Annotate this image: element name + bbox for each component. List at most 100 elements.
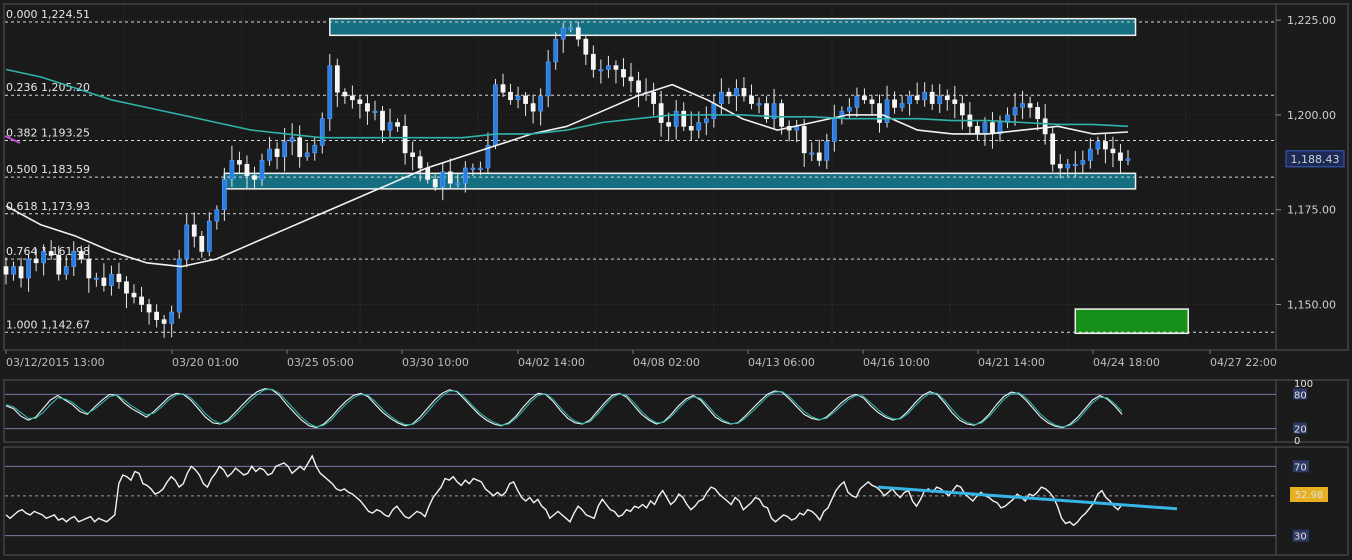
zone-target: [1074, 308, 1189, 335]
candle-body: [696, 122, 702, 131]
candle-body: [184, 224, 190, 260]
candle-body: [267, 148, 272, 161]
candle-body: [432, 179, 438, 188]
candle-body: [447, 171, 453, 184]
candle-body: [334, 65, 340, 93]
candle-body: [78, 251, 84, 260]
candle-body: [169, 311, 175, 324]
candle-body: [387, 122, 393, 131]
fib-level-label: 0.382 1,193.25: [6, 127, 90, 140]
candle-body: [470, 167, 476, 170]
candle-body: [56, 254, 62, 275]
candle-body: [1027, 103, 1033, 108]
candle-body: [101, 277, 107, 286]
time-tick-label: 04/21 14:00: [978, 356, 1045, 369]
zone-resistance: [329, 17, 1137, 37]
candle-body: [282, 141, 287, 157]
candle-body: [666, 122, 672, 127]
candle-body: [658, 103, 664, 123]
candle-body: [357, 99, 363, 104]
candle-body: [869, 99, 875, 104]
candle-body: [975, 126, 980, 135]
fib-level-label: 0.500 1,183.59: [6, 163, 90, 176]
time-tick-label: 04/08 02:00: [633, 356, 700, 369]
candle-body: [862, 95, 867, 101]
candle-body: [327, 65, 333, 120]
candle-body: [41, 251, 47, 264]
time-tick-label: 04/24 18:00: [1093, 356, 1160, 369]
candle-body: [86, 258, 92, 279]
candle-body: [289, 137, 295, 142]
candle-body: [1050, 133, 1056, 165]
candle-body: [365, 103, 370, 112]
candle-body: [1118, 152, 1123, 161]
time-tick-label: 03/30 10:00: [402, 356, 469, 369]
candle-body: [1087, 148, 1093, 161]
candle-body: [116, 273, 122, 283]
candle-body: [929, 91, 935, 104]
candle-body: [297, 137, 303, 157]
candle-body: [372, 110, 378, 113]
stochastic-tick-label: 20: [1294, 425, 1307, 436]
candle-body: [749, 95, 754, 104]
candle-body: [515, 95, 521, 101]
candle-body: [545, 61, 551, 97]
candle-body: [3, 266, 9, 275]
time-tick-label: 03/25 05:00: [287, 356, 354, 369]
candle-body: [1065, 163, 1071, 169]
candle-body: [71, 251, 77, 267]
candle-body: [982, 122, 988, 135]
fib-level-label: 0.000 1,224.51: [6, 8, 90, 21]
candle-body: [154, 311, 159, 320]
candle-body: [922, 91, 928, 101]
candle-body: [779, 103, 784, 127]
candle-body: [583, 38, 589, 55]
candle-body: [538, 95, 544, 112]
time-tick-label: 04/16 10:00: [863, 356, 930, 369]
candle-body: [606, 65, 611, 70]
fib-level-label: 1.000 1,142.67: [6, 318, 90, 331]
candle-body: [1095, 141, 1101, 150]
candle-body: [199, 235, 205, 252]
candle-body: [741, 88, 747, 97]
candle-body: [93, 277, 99, 280]
time-tick-label: 04/27 22:00: [1210, 356, 1277, 369]
candle-body: [937, 95, 943, 104]
candle-body: [899, 103, 905, 108]
candle-body: [621, 69, 626, 78]
rsi-value-label: 52.98: [1295, 490, 1324, 501]
candle-body: [824, 141, 830, 161]
candle-body: [952, 99, 958, 104]
candle-body: [688, 126, 694, 131]
candle-body: [206, 220, 212, 252]
candle-body: [809, 152, 815, 155]
candle-body: [673, 110, 679, 127]
candle-body: [944, 95, 950, 101]
candle-body: [1080, 160, 1086, 165]
rsi-value-tag: 52.98: [1290, 487, 1328, 502]
fib-level-label: 0.236 1,205.20: [6, 81, 90, 94]
candle-body: [500, 84, 506, 93]
candle-body: [854, 95, 860, 108]
candle-body: [681, 110, 687, 127]
candle-body: [18, 266, 24, 279]
candle-body: [877, 103, 882, 123]
candle-body: [237, 160, 242, 165]
candle-body: [304, 152, 310, 157]
current-price-tag: 1,188.43: [1285, 150, 1345, 168]
candle-body: [1012, 107, 1018, 116]
candle-body: [462, 167, 468, 184]
candle-body: [252, 175, 257, 180]
candle-body: [703, 118, 709, 123]
candle-body: [651, 91, 656, 104]
candle-body: [892, 99, 897, 108]
candle-body: [319, 118, 325, 146]
fib-level-label: 0.764 1,161.98: [6, 245, 90, 258]
candle-body: [553, 38, 559, 63]
candle-body: [590, 53, 596, 70]
candle-body: [259, 160, 265, 180]
candle-body: [11, 266, 16, 275]
candle-body: [417, 156, 423, 169]
price-tick-label: 1,200.00: [1287, 109, 1336, 122]
candle-body: [161, 319, 167, 324]
